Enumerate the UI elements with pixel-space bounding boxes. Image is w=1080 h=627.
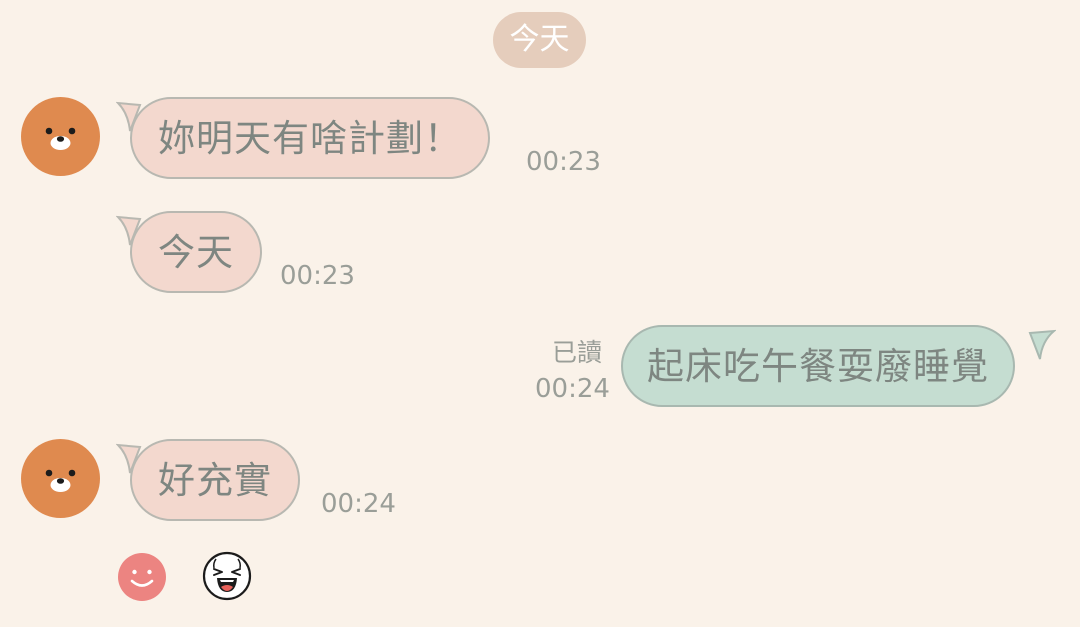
avatar[interactable]: [21, 97, 100, 176]
message-bubble[interactable]: 好充實: [130, 439, 300, 521]
message-bubble[interactable]: 起床吃午餐耍廢睡覺: [621, 325, 1015, 407]
bubble-tail: [1028, 329, 1056, 360]
message-time: 00:24: [321, 489, 396, 519]
message-time: 00:23: [526, 147, 601, 177]
date-divider: 今天: [493, 12, 586, 68]
read-receipt: 已讀: [552, 338, 603, 367]
message-time: 00:23: [280, 261, 355, 291]
message-time: 00:24: [535, 374, 610, 404]
message-bubble[interactable]: 妳明天有啥計劃！: [130, 97, 490, 179]
laughing-face-icon[interactable]: [202, 551, 252, 601]
bear-avatar-icon: [21, 439, 100, 518]
bear-avatar-icon: [21, 97, 100, 176]
message-bubble[interactable]: 今天: [130, 211, 262, 293]
smiley-face-icon[interactable]: [117, 552, 167, 602]
avatar[interactable]: [21, 439, 100, 518]
